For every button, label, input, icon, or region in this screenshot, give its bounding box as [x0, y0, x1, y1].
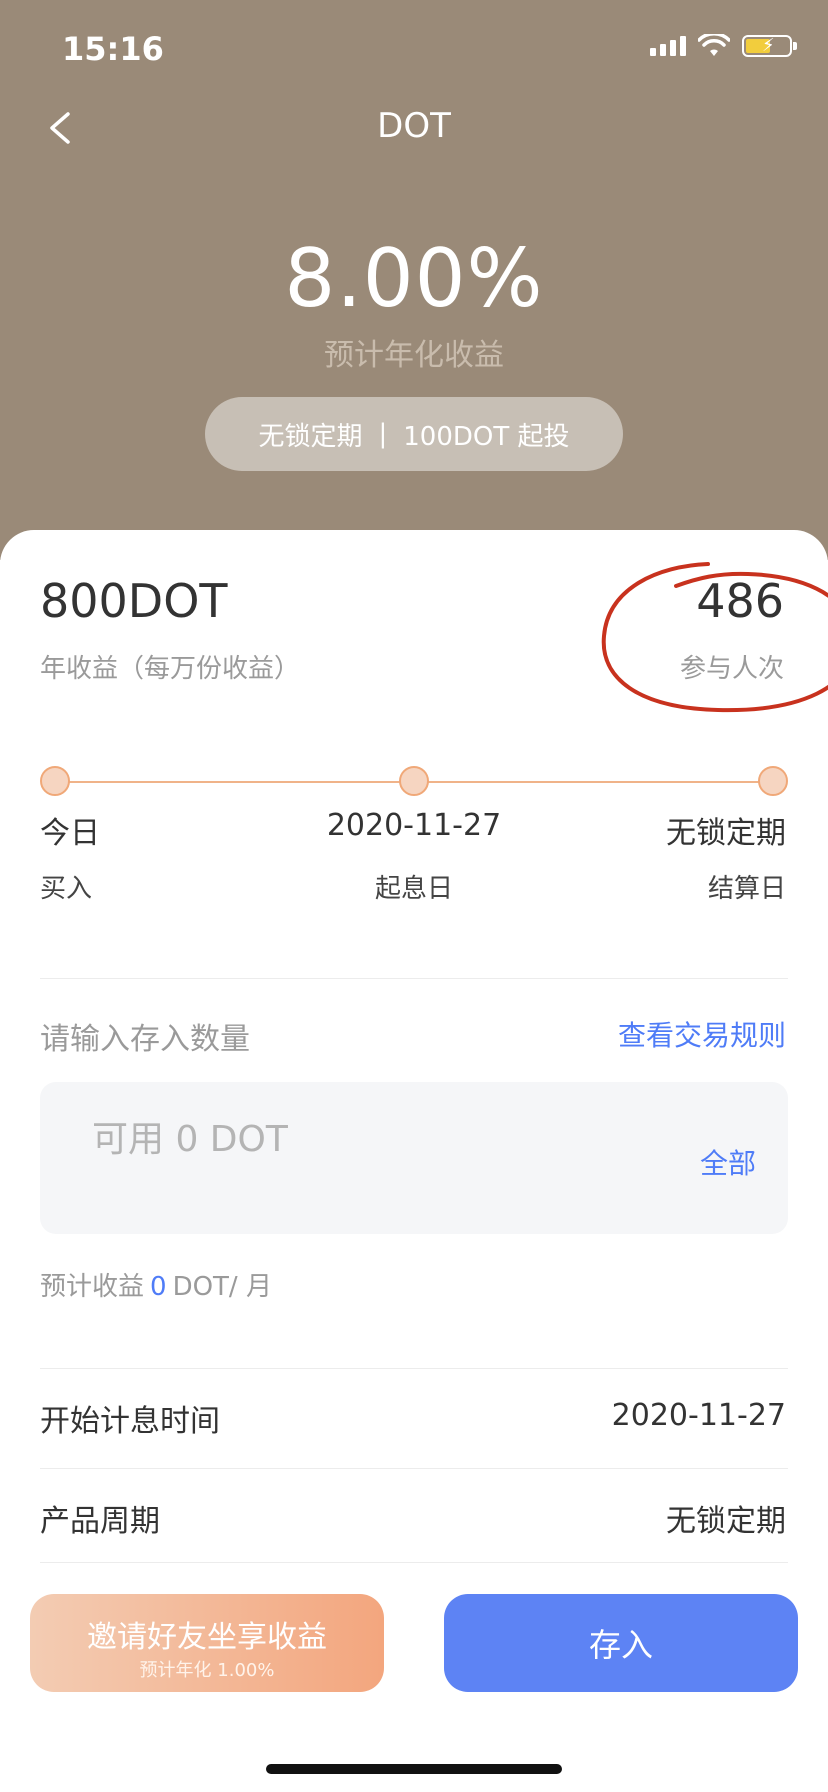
deposit-button[interactable]: 存入 — [444, 1594, 798, 1692]
wifi-icon — [698, 34, 730, 56]
use-all-button[interactable]: 全部 — [700, 1142, 756, 1182]
battery-icon: ⚡ — [742, 35, 797, 57]
timeline — [40, 762, 788, 802]
signal-icon — [650, 36, 686, 56]
info-row-value: 无锁定期 — [666, 1504, 786, 1539]
status-icons: ⚡ — [650, 34, 797, 58]
estimate-value: 0 — [150, 1272, 167, 1302]
invite-button-label: 邀请好友坐享收益 — [87, 1620, 327, 1655]
divider — [40, 978, 788, 979]
home-indicator — [266, 1764, 562, 1774]
header: 15:16 ⚡ DOT 8.00% 预计年化收益 无锁定期 | 100DOT 起… — [0, 0, 828, 560]
timeline-step-sub: 结算日 — [707, 874, 786, 904]
estimate-suffix: DOT/ 月 — [172, 1272, 272, 1302]
info-row-label: 产品周期 — [40, 1504, 160, 1539]
deposit-amount-label: 请输入存入数量 — [40, 1022, 250, 1057]
product-terms-pill: 无锁定期 | 100DOT 起投 — [205, 397, 623, 471]
divider — [40, 1562, 788, 1563]
timeline-dot-start — [399, 766, 429, 796]
timeline-dot-buy — [40, 766, 70, 796]
info-row-label: 开始计息时间 — [40, 1404, 220, 1439]
divider — [40, 1368, 788, 1369]
annual-rate-label: 预计年化收益 — [324, 338, 504, 373]
timeline-step-sub: 起息日 — [374, 874, 453, 904]
timeline-dot-settle — [758, 766, 788, 796]
annual-rate: 8.00% — [284, 232, 544, 325]
trading-rules-link[interactable]: 查看交易规则 — [618, 1014, 786, 1054]
page-title: DOT — [377, 106, 451, 146]
deposit-input-box: 全部 — [40, 1082, 788, 1234]
estimated-earnings: 预计收益 0 DOT/ 月 — [40, 1266, 272, 1303]
estimate-prefix: 预计收益 — [40, 1272, 145, 1302]
annual-yield-value: 800DOT — [40, 574, 228, 628]
pill-separator: | — [378, 419, 388, 449]
divider — [40, 1468, 788, 1469]
pill-lock-term: 无锁定期 — [258, 421, 363, 452]
info-row-value: 2020-11-27 — [611, 1398, 786, 1433]
status-time: 15:16 — [62, 30, 164, 68]
timeline-step-title: 无锁定期 — [666, 816, 786, 851]
deposit-amount-input[interactable] — [90, 1108, 614, 1170]
invite-button-sublabel: 预计年化 1.00% — [139, 1660, 275, 1681]
invite-friends-button[interactable]: 邀请好友坐享收益 预计年化 1.00% — [30, 1594, 384, 1692]
annual-yield-label: 年收益（每万份收益） — [40, 654, 301, 684]
participants-label: 参与人次 — [679, 654, 784, 684]
participants-count: 486 — [696, 574, 784, 628]
pill-min-investment: 100DOT 起投 — [403, 421, 570, 452]
